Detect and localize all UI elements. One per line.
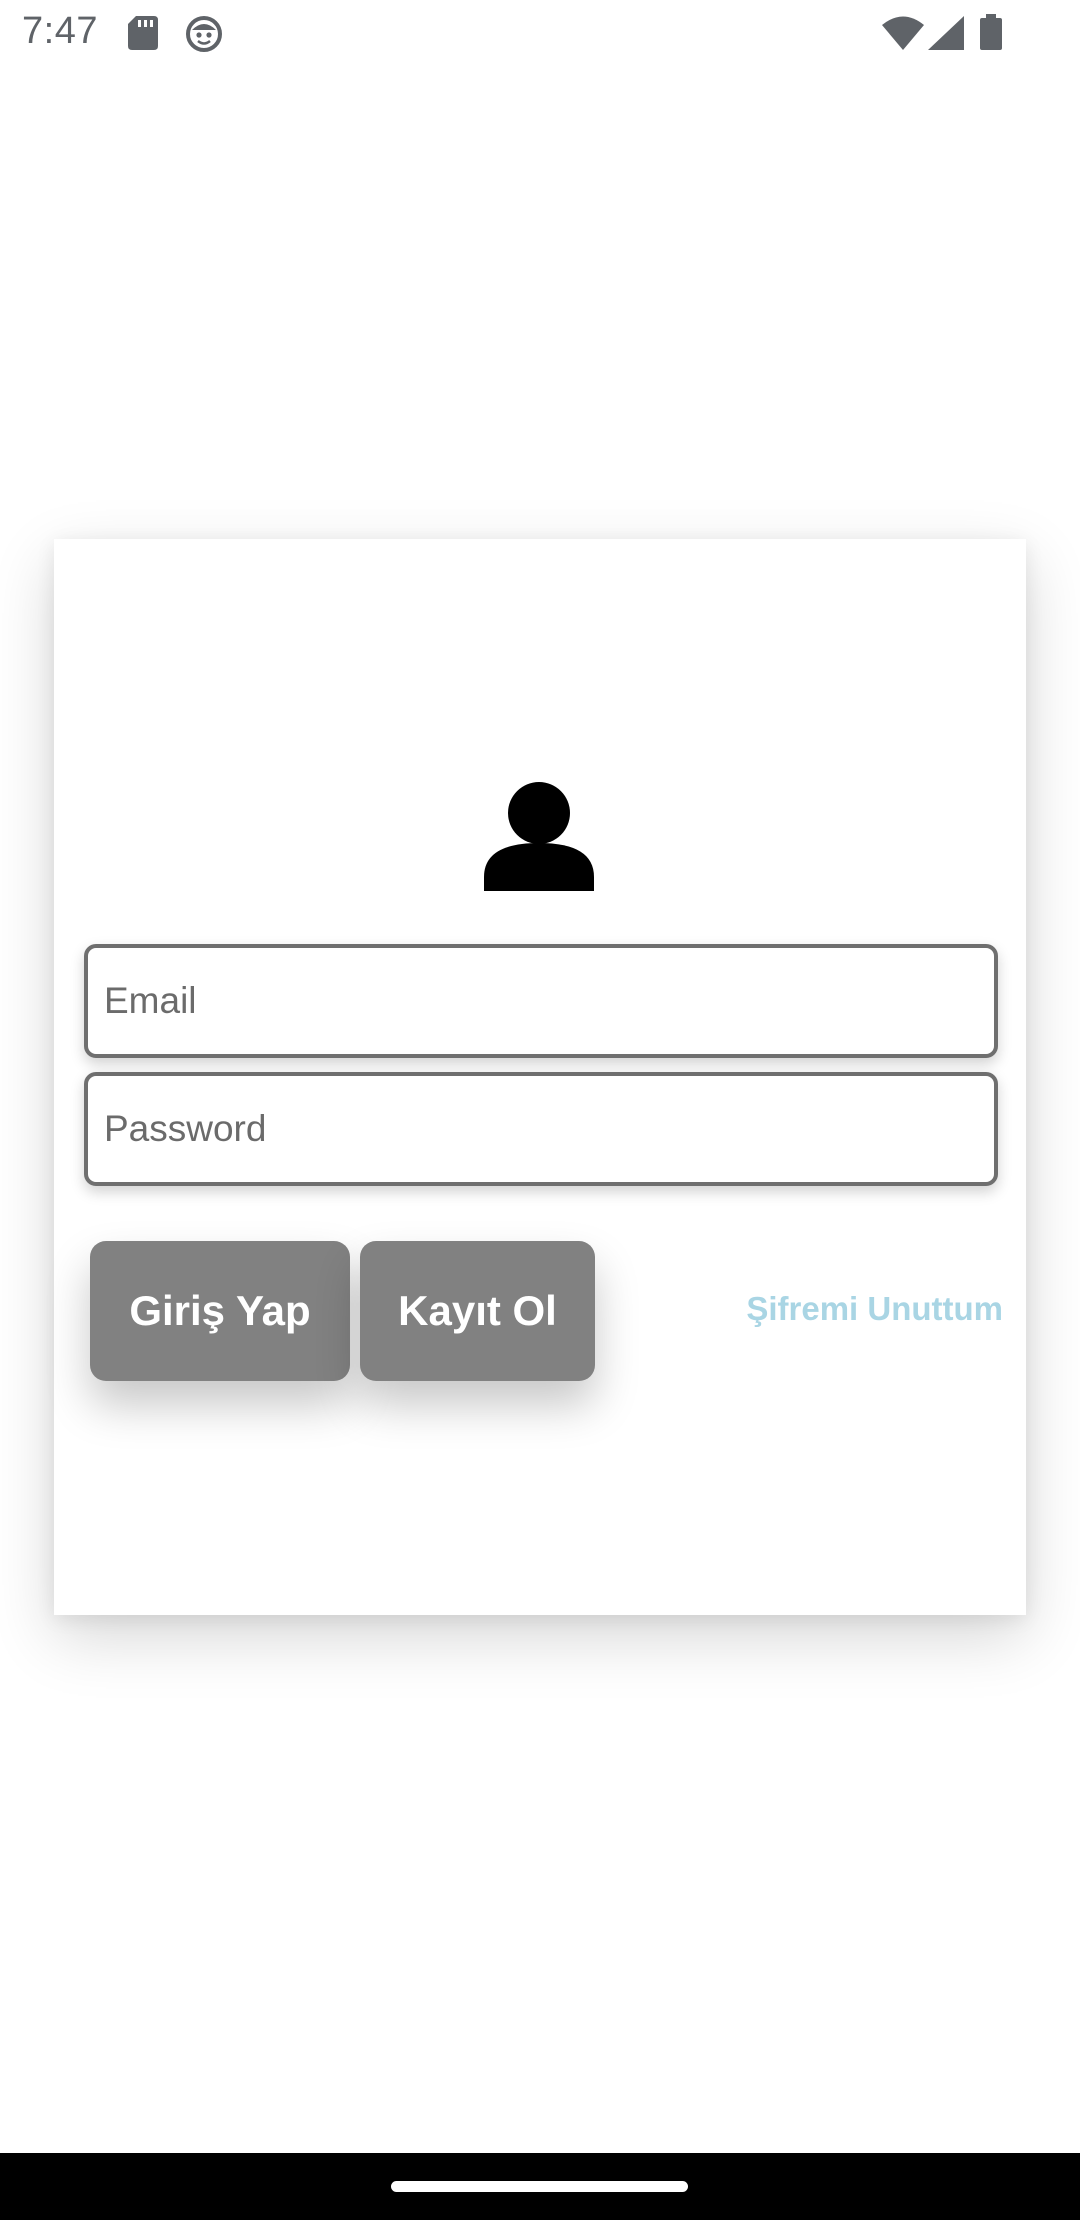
battery-icon bbox=[980, 14, 1002, 55]
home-handle[interactable] bbox=[391, 2181, 688, 2192]
forgot-password-link[interactable]: Şifremi Unuttum bbox=[733, 1290, 1003, 1328]
register-button[interactable]: Kayıt Ol bbox=[360, 1241, 595, 1381]
status-time: 7:47 bbox=[22, 10, 98, 52]
face-icon bbox=[186, 16, 222, 57]
password-field[interactable] bbox=[84, 1072, 998, 1186]
login-button[interactable]: Giriş Yap bbox=[90, 1241, 350, 1381]
email-input[interactable] bbox=[88, 948, 994, 1054]
password-input[interactable] bbox=[88, 1076, 994, 1182]
sd-card-icon bbox=[128, 16, 158, 55]
navigation-bar bbox=[0, 2153, 1080, 2220]
status-bar: 7:47 bbox=[0, 0, 1080, 66]
signal-icon bbox=[928, 16, 964, 55]
wifi-icon bbox=[882, 16, 924, 55]
login-card: Giriş Yap Kayıt Ol Şifremi Unuttum bbox=[54, 539, 1026, 1615]
email-field[interactable] bbox=[84, 944, 998, 1058]
person-icon bbox=[484, 779, 594, 891]
